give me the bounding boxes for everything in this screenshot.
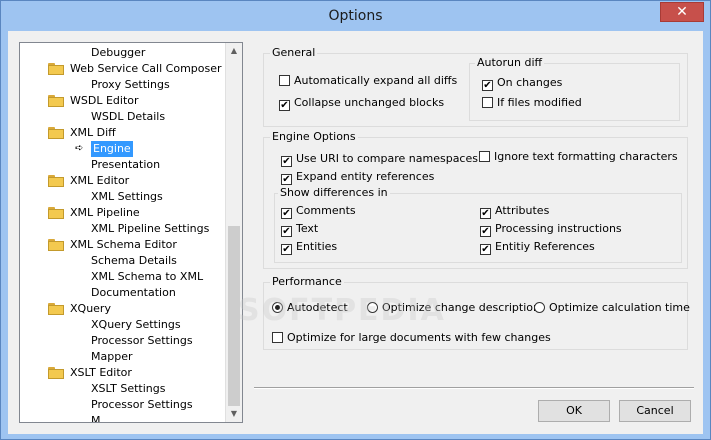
- cancel-button[interactable]: Cancel: [619, 400, 691, 422]
- expand-entity-checkbox[interactable]: ✔ Expand entity references: [281, 170, 434, 185]
- expand-all-checkbox[interactable]: Automatically expand all diffs: [279, 74, 457, 88]
- tree-item-label: XQuery: [70, 302, 111, 315]
- checkbox-icon: ✔: [281, 244, 292, 255]
- separator: [254, 387, 694, 389]
- tree-item-label: Mapper: [91, 350, 133, 363]
- text-checkbox[interactable]: ✔ Text: [281, 222, 318, 237]
- tree-item-label: Proxy Settings: [91, 78, 170, 91]
- optimize-calc-radio[interactable]: Optimize calculation time: [534, 301, 690, 315]
- use-uri-checkbox[interactable]: ✔ Use URI to compare namespaces: [281, 152, 478, 167]
- tree-item-label: XSLT Settings: [91, 382, 166, 395]
- engine-options-label: Engine Options: [270, 130, 358, 143]
- tree-item-label: XML Pipeline Settings: [91, 222, 210, 235]
- scroll-down-icon[interactable]: ▼: [226, 406, 242, 422]
- checkbox-icon: [279, 75, 290, 86]
- watermark: SOFTPEDIA: [238, 293, 446, 328]
- engine-options-group: Engine Options ✔ Use URI to compare names…: [263, 130, 688, 269]
- tree-item-label: Processor Settings: [91, 334, 193, 347]
- tree-item-label: Web Service Call Composer: [70, 62, 222, 75]
- folder-icon: [48, 95, 64, 107]
- general-group: General Automatically expand all diffs ✔…: [263, 46, 688, 127]
- entities-checkbox[interactable]: ✔ Entities: [281, 240, 337, 255]
- tree-item-label: XML Editor: [70, 174, 130, 187]
- tree-item-label: XSLT Editor: [70, 366, 132, 379]
- checkbox-icon: ✔: [281, 226, 292, 237]
- checkbox-icon: [272, 332, 283, 343]
- tree-item-label: WSDL Details: [91, 110, 166, 123]
- checkbox-icon: ✔: [480, 226, 491, 237]
- dialog-body: M... Processor Settings XSLT Settings XSLT …: [8, 31, 703, 434]
- checkbox-icon: [479, 151, 490, 162]
- arrow-right-icon: ➪: [75, 143, 84, 154]
- entity-references-checkbox[interactable]: ✔ Entitiy References: [480, 240, 595, 255]
- folder-icon: [48, 63, 64, 75]
- checkbox-icon: ✔: [480, 244, 491, 255]
- checkbox-icon: ✔: [281, 156, 292, 167]
- general-label: General: [270, 46, 318, 59]
- attributes-checkbox[interactable]: ✔ Attributes: [480, 204, 549, 219]
- tree-item-label: Documentation: [91, 286, 176, 299]
- large-docs-checkbox[interactable]: Optimize for large documents with few ch…: [272, 331, 551, 345]
- comments-checkbox[interactable]: ✔ Comments: [281, 204, 356, 219]
- tree-item-label: XML Pipeline: [70, 206, 140, 219]
- window-title: Options: [328, 8, 383, 24]
- folder-icon: [48, 239, 64, 251]
- ignore-text-checkbox[interactable]: Ignore text formatting characters: [479, 150, 678, 164]
- options-window: Options ✕ M... Processor Settings XSLT Set…: [0, 0, 711, 440]
- tree-item-label: XML Schema Editor: [70, 238, 177, 251]
- folder-icon: [48, 127, 64, 139]
- if-modified-checkbox[interactable]: If files modified: [482, 96, 582, 110]
- autorun-group: Autorun diff ✔ On changes If files modifi…: [469, 56, 680, 121]
- tree-item-label: XQuery Settings: [91, 318, 181, 331]
- tree-item-label: Engine: [91, 141, 133, 157]
- autorun-label: Autorun diff: [475, 56, 545, 69]
- tree-item-label: XML Schema to XML: [91, 270, 204, 283]
- folder-icon: [48, 207, 64, 219]
- tree-item-label: Processor Settings: [91, 398, 193, 411]
- tree-item-label: XML Settings: [91, 190, 163, 203]
- tree-item-label: WSDL Editor: [70, 94, 139, 107]
- tree-item-label: M...: [91, 414, 111, 423]
- radio-icon: [534, 302, 545, 313]
- folder-icon: [48, 175, 64, 187]
- folder-icon: [48, 367, 64, 379]
- checkbox-icon: ✔: [482, 80, 493, 91]
- checkbox-icon: ✔: [281, 174, 292, 185]
- checkbox-icon: ✔: [480, 208, 491, 219]
- close-button[interactable]: ✕: [660, 2, 704, 22]
- tree-scrollbar[interactable]: ▲ ▼: [225, 43, 242, 422]
- tree-item-label: XML Diff: [70, 126, 116, 139]
- scroll-up-icon[interactable]: ▲: [226, 43, 242, 59]
- options-tree[interactable]: M... Processor Settings XSLT Settings XSLT …: [19, 42, 243, 423]
- processing-instructions-checkbox[interactable]: ✔ Processing instructions: [480, 222, 622, 237]
- checkbox-icon: ✔: [281, 208, 292, 219]
- ok-button[interactable]: OK: [538, 400, 610, 422]
- performance-label: Performance: [270, 275, 344, 288]
- on-changes-checkbox[interactable]: ✔ On changes: [482, 76, 562, 91]
- checkbox-icon: ✔: [279, 100, 290, 111]
- tree-item-label: Debugger: [91, 46, 146, 59]
- collapse-unchanged-checkbox[interactable]: ✔ Collapse unchanged blocks: [279, 96, 444, 111]
- tree-item-label: Presentation: [91, 158, 161, 171]
- tree-item-label: Schema Details: [91, 254, 177, 267]
- show-differences-group: Show differences in ✔ Comments ✔ Attribute…: [274, 186, 682, 263]
- folder-icon: [48, 303, 64, 315]
- checkbox-icon: [482, 97, 493, 108]
- show-differences-label: Show differences in: [278, 186, 390, 199]
- title-bar[interactable]: Options ✕: [1, 1, 710, 31]
